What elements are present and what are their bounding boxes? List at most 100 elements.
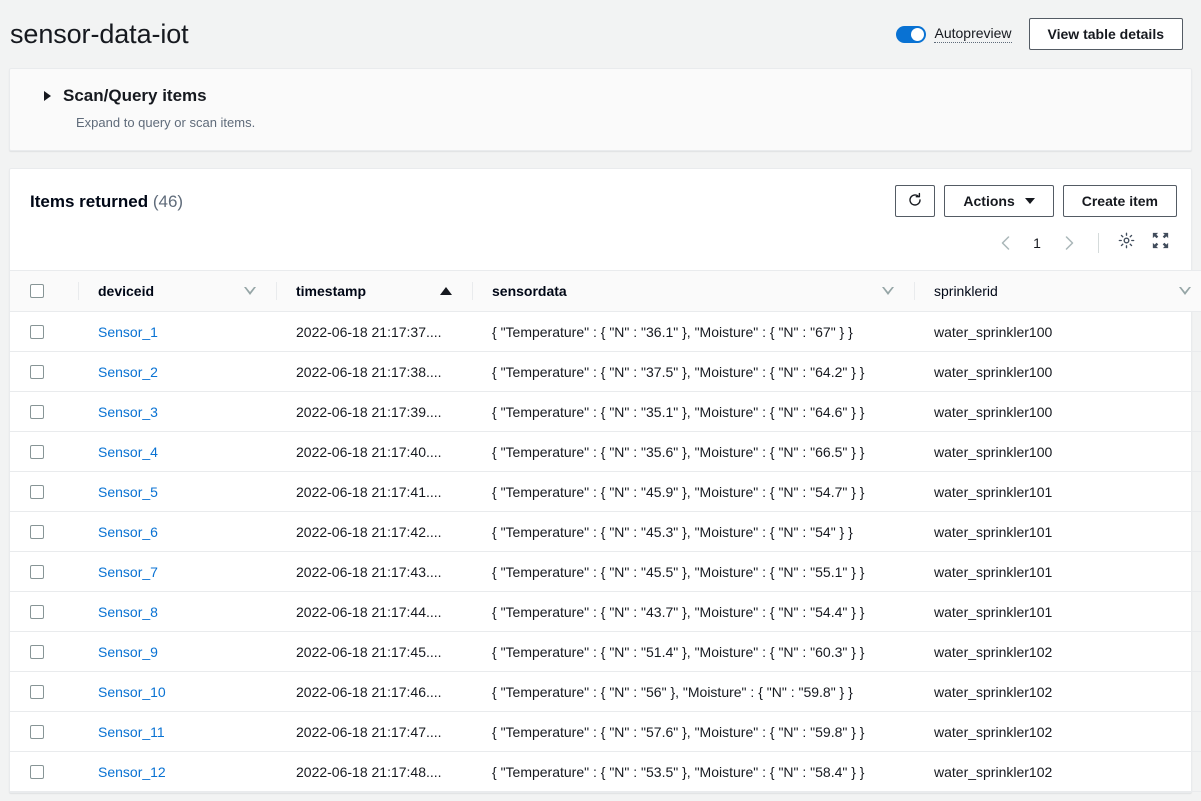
cell-deviceid: Sensor_10 [78,671,276,712]
cell-deviceid: Sensor_4 [78,431,276,472]
column-header-deviceid[interactable]: deviceid [78,270,276,312]
row-checkbox[interactable] [30,564,44,579]
deviceid-link[interactable]: Sensor_7 [98,564,158,580]
sort-icon-deviceid[interactable] [244,287,256,295]
row-checkbox[interactable] [30,724,44,739]
row-select-cell [10,751,78,792]
select-all-checkbox[interactable] [30,284,44,298]
row-checkbox[interactable] [30,764,44,779]
items-returned-title: Items returned (46) [30,185,183,213]
table-row: Sensor_6 2022-06-18 21:17:42....{ "Temper… [10,511,1201,552]
row-checkbox[interactable] [30,684,44,699]
fullscreen-button[interactable] [1145,229,1175,257]
toggle-switch-on[interactable] [896,25,927,43]
cell-timestamp: 2022-06-18 21:17:39.... [276,391,472,432]
row-select-cell [10,471,78,512]
cell-timestamp: 2022-06-18 21:17:47.... [276,711,472,752]
table-header-row: deviceid timestamp sensordata sprinkleri… [10,270,1201,312]
deviceid-link[interactable]: Sensor_2 [98,364,158,380]
deviceid-link[interactable]: Sensor_6 [98,524,158,540]
cell-timestamp: 2022-06-18 21:17:44.... [276,591,472,632]
cell-deviceid: Sensor_3 [78,391,276,432]
deviceid-link[interactable]: Sensor_5 [98,484,158,500]
page-number-1[interactable]: 1 [1024,235,1050,251]
row-select-cell [10,391,78,432]
header-actions: Autopreview View table details [896,18,1183,50]
cell-timestamp: 2022-06-18 21:17:37.... [276,311,472,352]
deviceid-link[interactable]: Sensor_11 [98,724,165,740]
cell-timestamp: 2022-06-18 21:17:45.... [276,631,472,672]
table-row: Sensor_5 2022-06-18 21:17:41....{ "Temper… [10,471,1201,512]
column-divider [276,282,277,300]
deviceid-link[interactable]: Sensor_4 [98,444,158,460]
scan-query-header[interactable]: Scan/Query items [30,86,1171,106]
row-checkbox[interactable] [30,524,44,539]
row-checkbox[interactable] [30,364,44,379]
actions-dropdown-button[interactable]: Actions [944,185,1054,217]
cell-timestamp: 2022-06-18 21:17:41.... [276,471,472,512]
cell-sensordata: { "Temperature" : { "N" : "43.7" }, "Moi… [472,591,914,632]
column-divider [472,282,473,300]
sort-icon-sensordata[interactable] [882,287,894,295]
sort-icon-sprinklerid[interactable] [1179,287,1191,295]
row-checkbox[interactable] [30,404,44,419]
create-item-button[interactable]: Create item [1062,185,1177,217]
previous-page-button[interactable] [990,229,1020,257]
deviceid-link[interactable]: Sensor_12 [98,764,166,780]
deviceid-link[interactable]: Sensor_9 [98,644,158,660]
row-checkbox[interactable] [30,444,44,459]
pagination-divider [1098,233,1099,253]
row-checkbox[interactable] [30,644,44,659]
cell-sprinklerid: water_sprinkler100 [914,431,1201,472]
row-select-cell [10,311,78,352]
column-header-sprinklerid[interactable]: sprinklerid [914,270,1201,312]
row-select-cell [10,431,78,472]
select-all-header [10,270,78,312]
column-label-timestamp: timestamp [296,283,367,299]
column-label-sensordata: sensordata [492,283,567,299]
column-header-timestamp[interactable]: timestamp [276,270,472,312]
cell-sensordata: { "Temperature" : { "N" : "57.6" }, "Moi… [472,711,914,752]
deviceid-link[interactable]: Sensor_1 [98,324,158,340]
cell-deviceid: Sensor_9 [78,631,276,672]
table-row: Sensor_3 2022-06-18 21:17:39....{ "Temper… [10,391,1201,432]
row-select-cell [10,591,78,632]
expand-caret-icon[interactable] [44,91,51,101]
deviceid-link[interactable]: Sensor_10 [98,684,166,700]
cell-sensordata: { "Temperature" : { "N" : "35.6" }, "Moi… [472,431,914,472]
deviceid-link[interactable]: Sensor_3 [98,404,158,420]
table-row: Sensor_11 2022-06-18 21:17:47....{ "Tempe… [10,711,1201,752]
deviceid-link[interactable]: Sensor_8 [98,604,158,620]
column-header-sensordata[interactable]: sensordata [472,270,914,312]
items-returned-label: Items returned [30,192,149,211]
row-select-cell [10,351,78,392]
cell-deviceid: Sensor_12 [78,751,276,792]
sort-icon-timestamp-ascending[interactable] [440,287,452,295]
table-row: Sensor_8 2022-06-18 21:17:44....{ "Temper… [10,591,1201,632]
preferences-button[interactable] [1111,229,1141,257]
autopreview-label: Autopreview [934,25,1012,43]
view-table-details-button[interactable]: View table details [1028,18,1183,50]
row-checkbox[interactable] [30,604,44,619]
next-page-button[interactable] [1054,229,1084,257]
autopreview-toggle[interactable]: Autopreview [896,25,1012,43]
row-checkbox[interactable] [30,324,44,339]
cell-sprinklerid: water_sprinkler100 [914,311,1201,352]
table-row: Sensor_1 2022-06-18 21:17:37....{ "Temper… [10,311,1201,352]
items-returned-card: Items returned (46) Actions Create item [9,168,1201,793]
scan-query-card[interactable]: Scan/Query items Expand to query or scan… [9,68,1192,151]
row-checkbox[interactable] [30,484,44,499]
table-row: Sensor_4 2022-06-18 21:17:40....{ "Temper… [10,431,1201,472]
refresh-button[interactable] [895,185,936,217]
cell-timestamp: 2022-06-18 21:17:40.... [276,431,472,472]
expand-icon [1152,232,1169,254]
pagination-bar: 1 [10,217,1191,270]
table-row: Sensor_10 2022-06-18 21:17:46....{ "Tempe… [10,671,1201,712]
cell-sprinklerid: water_sprinkler102 [914,671,1201,712]
cell-sensordata: { "Temperature" : { "N" : "35.1" }, "Moi… [472,391,914,432]
page-title: sensor-data-iot [10,19,189,49]
cell-timestamp: 2022-06-18 21:17:43.... [276,551,472,592]
cell-sprinklerid: water_sprinkler101 [914,471,1201,512]
column-divider [914,282,915,300]
row-select-cell [10,711,78,752]
